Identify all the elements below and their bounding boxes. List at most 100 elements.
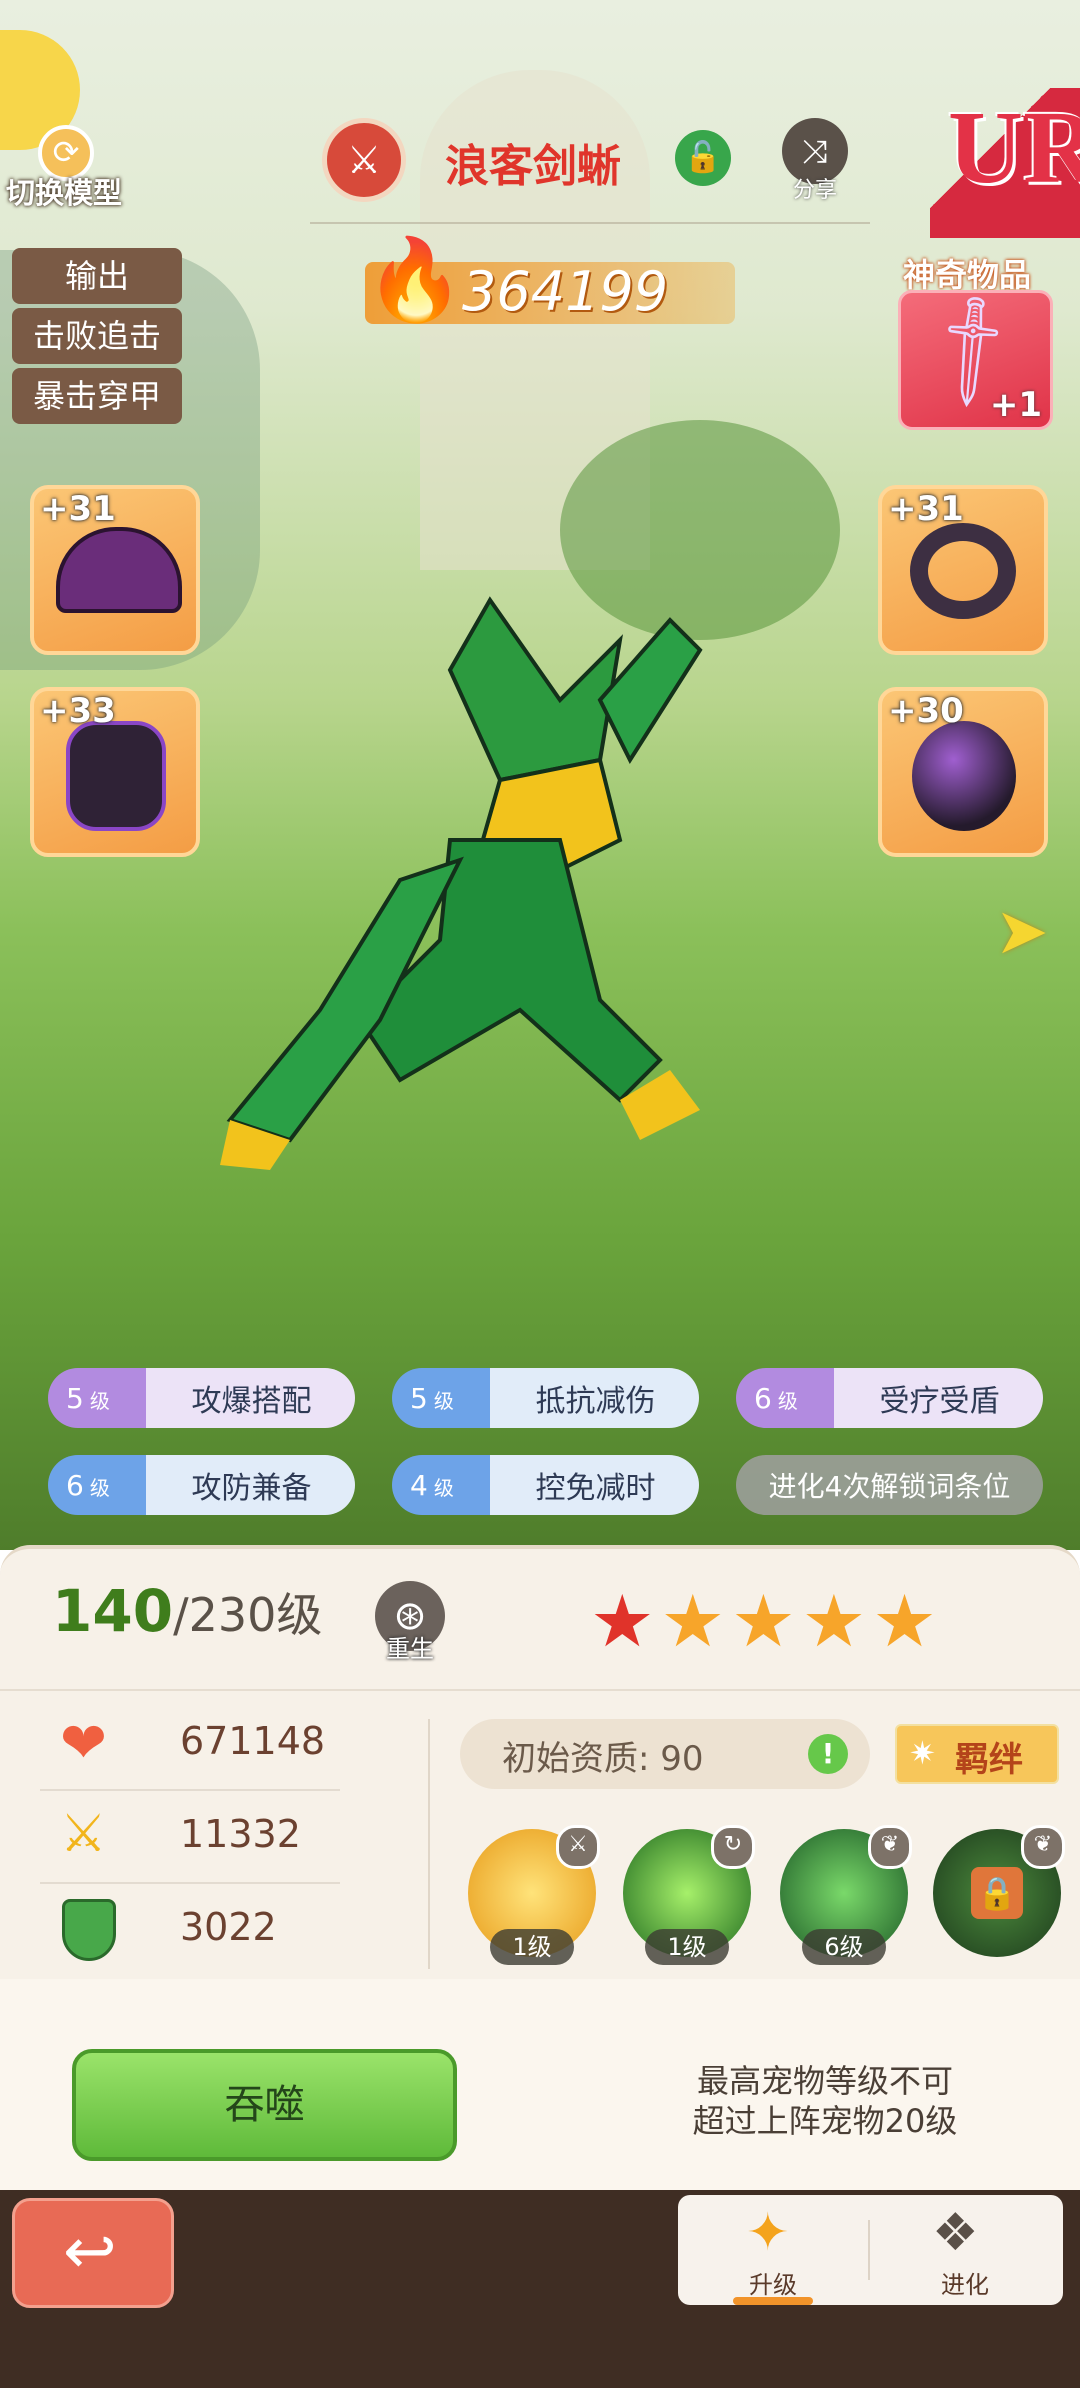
tag-kill-chase: 击败追击 <box>12 308 182 364</box>
equip-level-glove: +33 <box>40 691 116 731</box>
trait-name: 受疗受盾 <box>879 1384 1000 1419</box>
skill-slot[interactable]: ↻ 1级 <box>623 1825 755 1965</box>
equip-level-collar: +31 <box>888 489 964 529</box>
info-icon[interactable]: ! <box>808 1734 848 1774</box>
star-icon: ★ <box>660 1579 726 1663</box>
trait-level: 4 <box>410 1468 428 1502</box>
skill-slot[interactable]: ❦ 6级 <box>780 1825 912 1965</box>
helmet-icon <box>56 527 182 613</box>
header-divider <box>310 222 870 224</box>
leaf-tag-icon: ❦ <box>868 1825 912 1869</box>
equip-slot-collar[interactable]: +31 <box>878 485 1048 655</box>
skill-level: 1级 <box>645 1929 729 1965</box>
tab-evolve-label: 进化 <box>941 2271 989 2299</box>
notice-line-2: 超过上阵宠物20级 <box>692 2102 958 2140</box>
locked-trait-label: 进化4次解锁词条位 <box>768 1470 1011 1503</box>
stat-defense: 3022 <box>40 1885 340 1975</box>
tab-evolve[interactable]: ❖ 进化 <box>870 2195 1060 2305</box>
share-button[interactable]: ⤨ 分享 <box>775 118 855 213</box>
switch-model-button[interactable]: ⟳ 切换模型 <box>0 30 150 210</box>
star-rating: ★ ★ ★ ★ ★ <box>590 1581 937 1661</box>
locked-trait-pill[interactable]: 进化4次解锁词条位 <box>736 1455 1043 1515</box>
trait-level-unit: 级 <box>433 1475 454 1500</box>
equip-slot-helmet[interactable]: +31 <box>30 485 200 655</box>
trait-level-unit: 级 <box>89 1475 110 1500</box>
star-icon: ★ <box>731 1579 796 1663</box>
panel-divider <box>0 1689 1080 1691</box>
stat-hp: ❤ 671148 <box>40 1699 340 1791</box>
equip-level-orb: +30 <box>888 691 964 731</box>
stat-hp-value: 671148 <box>180 1719 326 1763</box>
trait-level-unit: 级 <box>89 1388 110 1413</box>
bottom-bar: ↩ ✦ 升级 ❖ 进化 <box>0 2190 1080 2388</box>
trait-pill[interactable]: 6级 攻防兼备 <box>48 1455 355 1515</box>
equip-slot-glove[interactable]: +33 <box>30 687 200 857</box>
bond-label: 羁绊 <box>955 1740 1023 1780</box>
trait-level: 6 <box>66 1468 84 1502</box>
collar-icon <box>910 523 1016 619</box>
trait-level: 6 <box>754 1381 772 1415</box>
orb-icon <box>912 721 1016 831</box>
share-label: 分享 <box>792 178 837 203</box>
artifact-slot[interactable]: 🗡 +1 <box>898 281 1053 430</box>
trait-level: 5 <box>66 1381 84 1415</box>
rebirth-label: 重生 <box>386 1635 434 1663</box>
bond-button[interactable]: ✷ 羁绊 <box>895 1724 1059 1784</box>
level-current: 140 <box>52 1577 174 1645</box>
trait-level: 5 <box>410 1381 428 1415</box>
artifact-level: +1 <box>989 385 1042 425</box>
crossed-swords-icon: ⚔ <box>60 1804 107 1864</box>
stat-defense-value: 3022 <box>180 1905 277 1949</box>
skill-level: 1级 <box>490 1929 574 1965</box>
trait-pill[interactable]: 6级 受疗受盾 <box>736 1368 1043 1428</box>
sparkle-icon: ✷ <box>909 1734 936 1772</box>
level-display: 140/230级 <box>52 1577 322 1645</box>
lock-icon: 🔒 <box>971 1867 1023 1919</box>
aptitude-box: 初始资质: 90 ! <box>460 1719 870 1789</box>
devour-button[interactable]: 吞噬 <box>72 2049 457 2161</box>
info-panel: 140/230级 ⊛ 重生 ★ ★ ★ ★ ★ ❤ 671148 ⚔ 11332… <box>0 1545 1080 2195</box>
pet-scene: ⟳ 切换模型 ⚔ 浪客剑蜥 🔓 ⤨ 分享 UR 🔥 364199 输出 击败追击… <box>0 0 1080 1550</box>
next-pet-arrow-icon[interactable]: ➤ <box>995 895 1055 975</box>
trait-name: 攻爆搭配 <box>191 1384 312 1419</box>
skill-slot-locked[interactable]: ❦ 🔒 <box>933 1825 1065 1957</box>
bottom-tabs: ✦ 升级 ❖ 进化 <box>678 2195 1063 2305</box>
aptitude-label: 初始资质: 90 <box>502 1739 704 1779</box>
tag-crit-pierce: 暴击穿甲 <box>12 368 182 424</box>
switch-model-label: 切换模型 <box>6 176 123 210</box>
notice-line-1: 最高宠物等级不可 <box>696 2062 953 2100</box>
trait-name: 攻防兼备 <box>191 1471 312 1506</box>
skill-slot[interactable]: ⚔ 1级 <box>468 1825 600 1965</box>
trait-pill[interactable]: 4级 控免减时 <box>392 1455 699 1515</box>
star-icon-red: ★ <box>590 1579 655 1663</box>
power-value: 364199 <box>462 260 669 323</box>
back-button[interactable]: ↩ <box>12 2198 174 2308</box>
pet-creature[interactable] <box>200 580 760 1180</box>
active-tab-indicator <box>733 2297 813 2305</box>
trait-pill[interactable]: 5级 攻爆搭配 <box>48 1368 355 1428</box>
trait-level-unit: 级 <box>433 1388 454 1413</box>
sword-tag-icon: ⚔ <box>556 1825 600 1869</box>
skill-level: 6级 <box>802 1929 886 1965</box>
tab-upgrade[interactable]: ✦ 升级 <box>678 2195 868 2305</box>
flame-icon: 🔥 <box>365 233 465 326</box>
heart-icon: ❤ <box>60 1711 107 1776</box>
trait-level-unit: 级 <box>777 1388 798 1413</box>
swirl-tag-icon: ↻ <box>711 1825 755 1869</box>
glove-icon <box>66 721 166 831</box>
trait-name: 控免减时 <box>535 1471 656 1506</box>
shield-icon <box>62 1899 116 1961</box>
pet-name: 浪客剑蜥 <box>445 141 621 192</box>
star-icon: ★ <box>872 1579 937 1663</box>
equip-slot-orb[interactable]: +30 <box>878 687 1048 857</box>
pet-class-icon: ⚔ <box>322 118 406 202</box>
devour-label: 吞噬 <box>224 2082 305 2128</box>
level-limit-notice: 最高宠物等级不可 超过上阵宠物20级 <box>660 2061 990 2141</box>
back-arrow-icon: ↩ <box>63 2215 117 2289</box>
rebirth-button[interactable]: ⊛ 重生 <box>370 1581 450 1671</box>
upgrade-icon: ✦ <box>746 2203 790 2263</box>
trait-pill[interactable]: 5级 抵抗减伤 <box>392 1368 699 1428</box>
evolve-wings-icon: ❖ <box>932 2203 979 2263</box>
lock-toggle-icon[interactable]: 🔓 <box>675 130 731 186</box>
trait-name: 抵抗减伤 <box>535 1384 656 1419</box>
